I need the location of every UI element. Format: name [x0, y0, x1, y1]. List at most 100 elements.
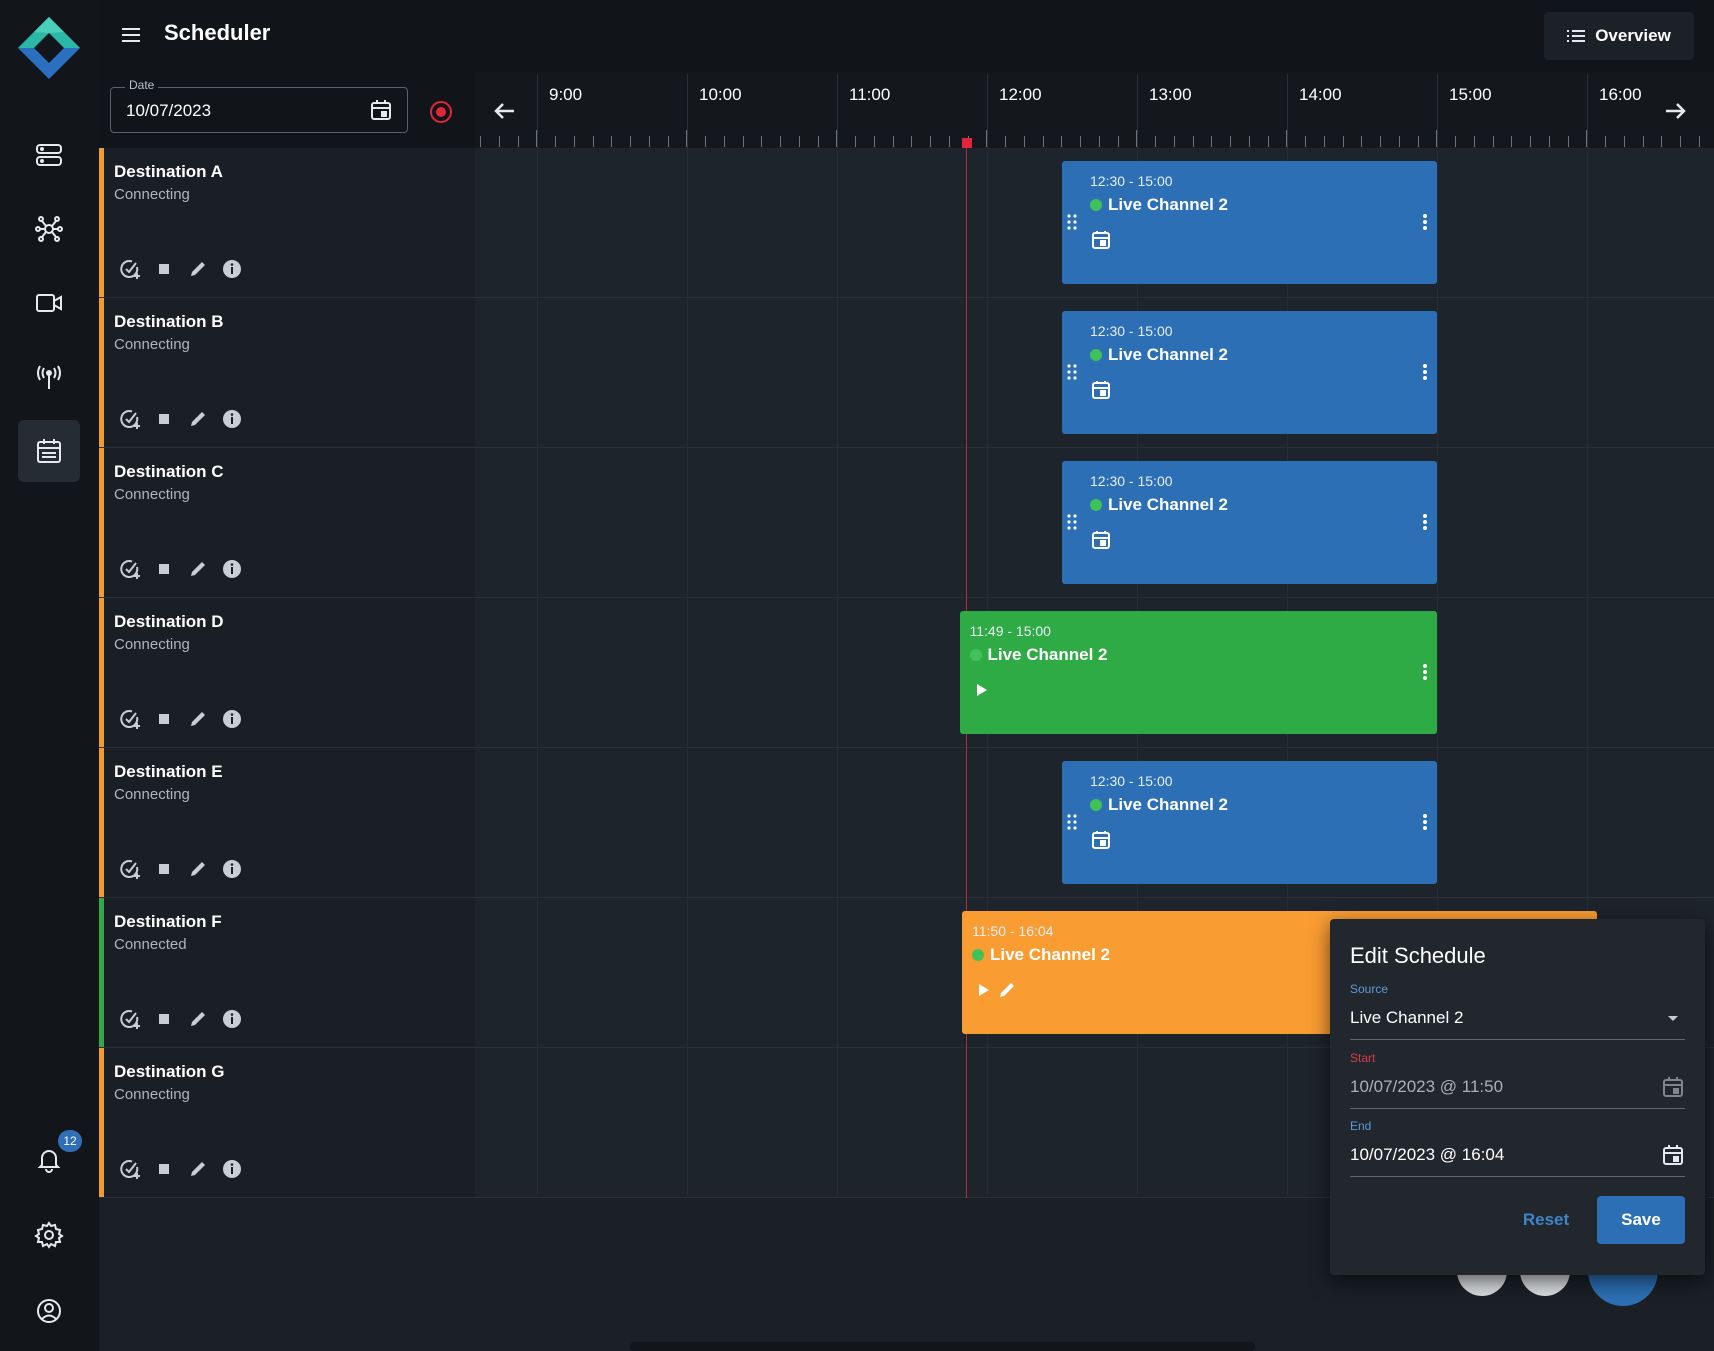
reset-button[interactable]: Reset: [1500, 1196, 1592, 1244]
nav-broadcast[interactable]: [18, 346, 80, 408]
arrow-right-icon[interactable]: [1660, 96, 1690, 126]
more-vertical-icon[interactable]: [1419, 513, 1431, 531]
play-icon[interactable]: [972, 979, 994, 1001]
stop-icon[interactable]: [153, 258, 175, 280]
time-tick: [893, 136, 894, 147]
date-field[interactable]: Date 10/07/2023: [110, 78, 408, 133]
more-vertical-icon[interactable]: [1419, 363, 1431, 381]
nav-servers[interactable]: [18, 124, 80, 186]
drag-handle-icon[interactable]: [1066, 213, 1078, 231]
horizontal-scrollbar[interactable]: [630, 1342, 1255, 1351]
destination-name: Destination D: [114, 612, 224, 631]
drag-handle-icon[interactable]: [1066, 513, 1078, 531]
pencil-icon[interactable]: [187, 708, 209, 730]
calendar-icon[interactable]: [1090, 829, 1112, 851]
stop-icon[interactable]: [153, 558, 175, 580]
nav-network[interactable]: [18, 198, 80, 260]
calendar-icon[interactable]: [1090, 379, 1112, 401]
hour-divider: [687, 74, 688, 148]
pencil-icon[interactable]: [187, 558, 209, 580]
info-icon[interactable]: [221, 708, 243, 730]
overview-button[interactable]: Overview: [1544, 12, 1694, 60]
schedule-event[interactable]: 11:49 - 15:00 Live Channel 2: [959, 611, 1437, 734]
nav-scheduler[interactable]: [18, 420, 80, 482]
add-task-icon[interactable]: [119, 1158, 141, 1180]
add-task-icon[interactable]: [119, 558, 141, 580]
pencil-icon[interactable]: [187, 858, 209, 880]
schedule-event[interactable]: 12:30 - 15:00 Live Channel 2: [1062, 761, 1437, 884]
live-status-dot: [969, 649, 982, 661]
start-field[interactable]: Start 10/07/2023 @ 11:50: [1350, 1051, 1685, 1109]
info-icon[interactable]: [221, 258, 243, 280]
date-value: 10/07/2023: [126, 101, 212, 120]
destination-label: Destination G Connecting: [99, 1048, 475, 1197]
time-tick: [555, 136, 556, 147]
hamburger-menu-icon[interactable]: [118, 22, 144, 48]
nav-settings[interactable]: [18, 1204, 80, 1266]
current-time-marker: [962, 138, 972, 148]
time-tick: [1511, 136, 1512, 147]
pencil-icon[interactable]: [187, 258, 209, 280]
calendar-icon[interactable]: [369, 98, 393, 122]
save-button[interactable]: Save: [1597, 1196, 1685, 1244]
stop-icon[interactable]: [153, 1158, 175, 1180]
time-tick: [1399, 136, 1400, 147]
info-icon[interactable]: [221, 408, 243, 430]
info-icon[interactable]: [221, 558, 243, 580]
add-task-icon[interactable]: [119, 708, 141, 730]
stop-icon[interactable]: [153, 708, 175, 730]
time-tick: [930, 136, 931, 147]
drag-handle-icon[interactable]: [1066, 813, 1078, 831]
nav-account[interactable]: [18, 1280, 80, 1342]
scheduler-app: 12 Scheduler Overview Date 10/07/2023 9:…: [0, 0, 1714, 1351]
time-tick: [743, 136, 744, 147]
user-circle-icon: [37, 1299, 61, 1323]
calendar-icon[interactable]: [1090, 529, 1112, 551]
go-to-now-icon[interactable]: [427, 98, 455, 126]
stop-icon[interactable]: [153, 858, 175, 880]
more-vertical-icon[interactable]: [1419, 213, 1431, 231]
schedule-event[interactable]: 12:30 - 15:00 Live Channel 2: [1062, 461, 1437, 584]
hour-label: 12:00: [999, 85, 1042, 104]
stop-icon[interactable]: [153, 1008, 175, 1030]
stop-icon[interactable]: [153, 408, 175, 430]
hour-grid-line: [687, 148, 688, 1198]
calendar-icon[interactable]: [1090, 229, 1112, 251]
more-vertical-icon[interactable]: [1419, 663, 1431, 681]
event-title: Live Channel 2: [969, 645, 1107, 665]
destination-status: Connecting: [114, 786, 190, 803]
add-task-icon[interactable]: [119, 858, 141, 880]
app-logo[interactable]: [16, 15, 82, 81]
info-icon[interactable]: [221, 1008, 243, 1030]
time-tick: [1699, 136, 1700, 147]
calendar-icon[interactable]: [1661, 1143, 1685, 1167]
calendar-icon[interactable]: [1661, 1075, 1685, 1099]
pencil-icon[interactable]: [187, 408, 209, 430]
more-vertical-icon[interactable]: [1419, 813, 1431, 831]
nav-video[interactable]: [18, 272, 80, 334]
add-task-icon[interactable]: [119, 1008, 141, 1030]
source-select[interactable]: Source Live Channel 2: [1350, 982, 1685, 1040]
schedule-event[interactable]: 12:30 - 15:00 Live Channel 2: [1062, 311, 1437, 434]
info-icon[interactable]: [221, 1158, 243, 1180]
server-icon: [36, 144, 62, 166]
info-icon[interactable]: [221, 858, 243, 880]
drag-handle-icon[interactable]: [1066, 363, 1078, 381]
end-field[interactable]: End 10/07/2023 @ 16:04: [1350, 1119, 1685, 1177]
row-actions: [119, 258, 243, 280]
pencil-icon[interactable]: [187, 1158, 209, 1180]
add-task-icon[interactable]: [119, 258, 141, 280]
hour-grid-line: [537, 148, 538, 1198]
add-task-icon[interactable]: [119, 408, 141, 430]
schedule-event[interactable]: 12:30 - 15:00 Live Channel 2: [1062, 161, 1437, 284]
top-bar: [99, 0, 1714, 72]
event-source: Live Channel 2: [1108, 795, 1228, 814]
play-icon[interactable]: [970, 679, 992, 701]
live-status-dot: [972, 949, 984, 961]
sidebar: 12: [0, 0, 99, 1351]
status-indicator: [99, 298, 104, 447]
pencil-icon[interactable]: [187, 1008, 209, 1030]
pencil-icon[interactable]: [996, 979, 1018, 1001]
time-tick: [1080, 136, 1081, 147]
arrow-left-icon[interactable]: [490, 96, 520, 126]
